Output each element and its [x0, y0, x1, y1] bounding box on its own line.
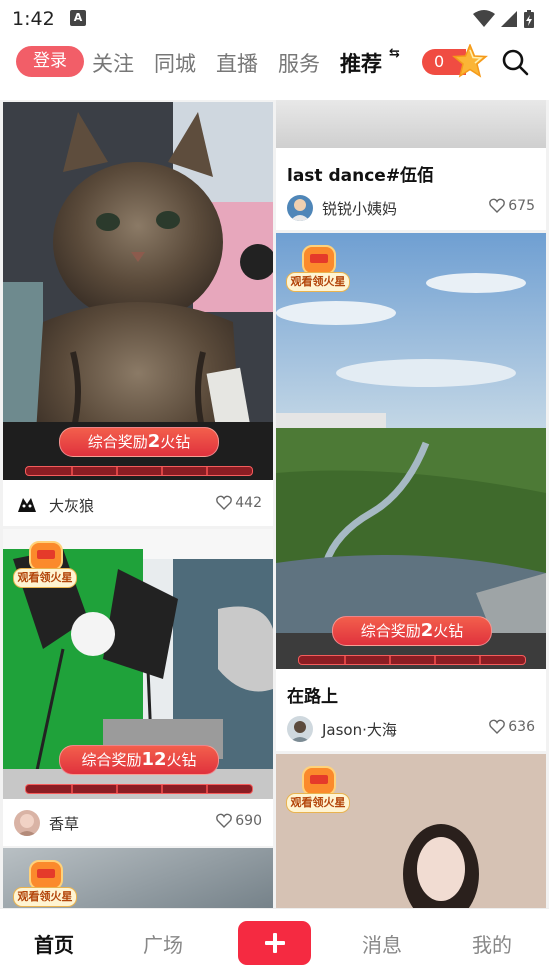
reward-prefix: 综合奖励	[360, 622, 421, 640]
reward-banner: 综合奖励2火钻	[59, 427, 219, 457]
heart-icon	[216, 813, 233, 828]
author-name[interactable]: 锐锐小姨妈	[322, 198, 397, 219]
badge-label: 观看领火星	[13, 568, 77, 588]
reward-banner: 综合奖励2火钻	[332, 616, 492, 646]
card-title[interactable]: last dance#伍佰	[287, 161, 434, 186]
tab-following[interactable]: 关注	[92, 48, 134, 78]
avatar[interactable]	[14, 492, 40, 518]
search-icon[interactable]	[501, 48, 529, 76]
feed-card[interactable]: 观看领火星	[3, 848, 273, 908]
reward-amount: 12	[141, 749, 167, 770]
heart-icon	[216, 495, 233, 510]
author-name[interactable]: Jason·大海	[322, 719, 397, 740]
card-author-row: 香草 690	[14, 810, 262, 836]
watch-reward-badge[interactable]: 观看领火星	[13, 860, 77, 908]
card-author-row: Jason·大海 636	[287, 716, 535, 742]
reward-amount: 2	[420, 620, 434, 641]
avatar[interactable]	[14, 810, 40, 836]
like-count-value: 442	[235, 495, 262, 511]
status-bar: 1:42 A	[0, 0, 549, 36]
status-icons	[472, 8, 535, 29]
reward-suffix: 火钻	[166, 751, 197, 769]
tab-square[interactable]: 广场	[143, 929, 183, 958]
star-icon[interactable]	[452, 44, 488, 78]
card-cover-kitten	[3, 102, 273, 480]
reward-progress	[25, 466, 253, 476]
reward-amount: 2	[147, 431, 161, 452]
feed-card[interactable]: 综合奖励2火钻 大灰狼 442	[3, 102, 273, 526]
signal-icon	[500, 10, 517, 27]
like-count-value: 636	[508, 719, 535, 735]
badge-label: 观看领火星	[286, 793, 350, 813]
card-title[interactable]: 在路上	[287, 682, 338, 707]
reward-suffix: 火钻	[433, 622, 464, 640]
heart-icon	[489, 198, 506, 213]
tab-recommend[interactable]: 推荐	[340, 48, 382, 78]
reward-suffix: 火钻	[160, 433, 191, 451]
tab-live[interactable]: 直播	[216, 48, 258, 78]
like-count[interactable]: 675	[489, 198, 535, 214]
like-count[interactable]: 690	[216, 813, 262, 829]
feed-card[interactable]: 观看领火星 综合奖励12火钻 香草 690	[3, 529, 273, 846]
feed-card[interactable]: 观看领火星 综合奖励2火钻 在路上 Jason·大海 636	[276, 233, 546, 751]
card-cover-landscape	[276, 233, 546, 669]
heart-icon	[489, 719, 506, 734]
status-time: 1:42	[12, 8, 55, 30]
badge-label: 观看领火星	[13, 887, 77, 907]
author-name[interactable]: 香草	[49, 813, 79, 834]
notification-icon: A	[70, 10, 86, 26]
feed-card[interactable]: 观看领火星	[276, 754, 546, 908]
wifi-icon	[472, 9, 495, 27]
reward-prefix: 综合奖励	[87, 433, 148, 451]
tab-nearby[interactable]: 同城	[154, 48, 196, 78]
tab-home[interactable]: 首页	[34, 929, 74, 958]
card-cover	[276, 100, 546, 148]
reward-banner: 综合奖励12火钻	[59, 745, 219, 775]
tab-services[interactable]: 服务	[278, 48, 320, 78]
watch-reward-badge[interactable]: 观看领火星	[286, 766, 350, 814]
card-author-row: 大灰狼 442	[14, 492, 262, 518]
top-nav: 登录 关注 同城 直播 服务 推荐 ⇆ 0	[0, 36, 549, 100]
feed-card[interactable]: last dance#伍佰 锐锐小姨妈 675	[276, 100, 546, 230]
tab-me[interactable]: 我的	[472, 929, 512, 958]
swap-icon[interactable]: ⇆	[389, 46, 400, 61]
watch-reward-badge[interactable]: 观看领火星	[13, 541, 77, 589]
create-post-button[interactable]	[238, 921, 311, 965]
card-author-row: 锐锐小姨妈 675	[287, 195, 535, 221]
reward-progress	[298, 655, 526, 665]
reward-progress	[25, 784, 253, 794]
avatar[interactable]	[287, 195, 313, 221]
watch-reward-badge[interactable]: 观看领火星	[286, 245, 350, 293]
reward-prefix: 综合奖励	[81, 751, 142, 769]
author-name[interactable]: 大灰狼	[49, 495, 94, 516]
like-count[interactable]: 636	[489, 719, 535, 735]
bottom-tab-bar: 首页 广场 消息 我的	[0, 908, 549, 977]
avatar[interactable]	[287, 716, 313, 742]
feed-grid: 综合奖励2火钻 大灰狼 442 观看领火星 综合奖励12火钻 香草 690 观看…	[0, 100, 549, 908]
badge-label: 观看领火星	[286, 272, 350, 292]
battery-icon	[524, 9, 534, 28]
tab-messages[interactable]: 消息	[362, 929, 402, 958]
like-count-value: 675	[508, 198, 535, 214]
like-count[interactable]: 442	[216, 495, 262, 511]
login-button[interactable]: 登录	[16, 46, 84, 77]
like-count-value: 690	[235, 813, 262, 829]
